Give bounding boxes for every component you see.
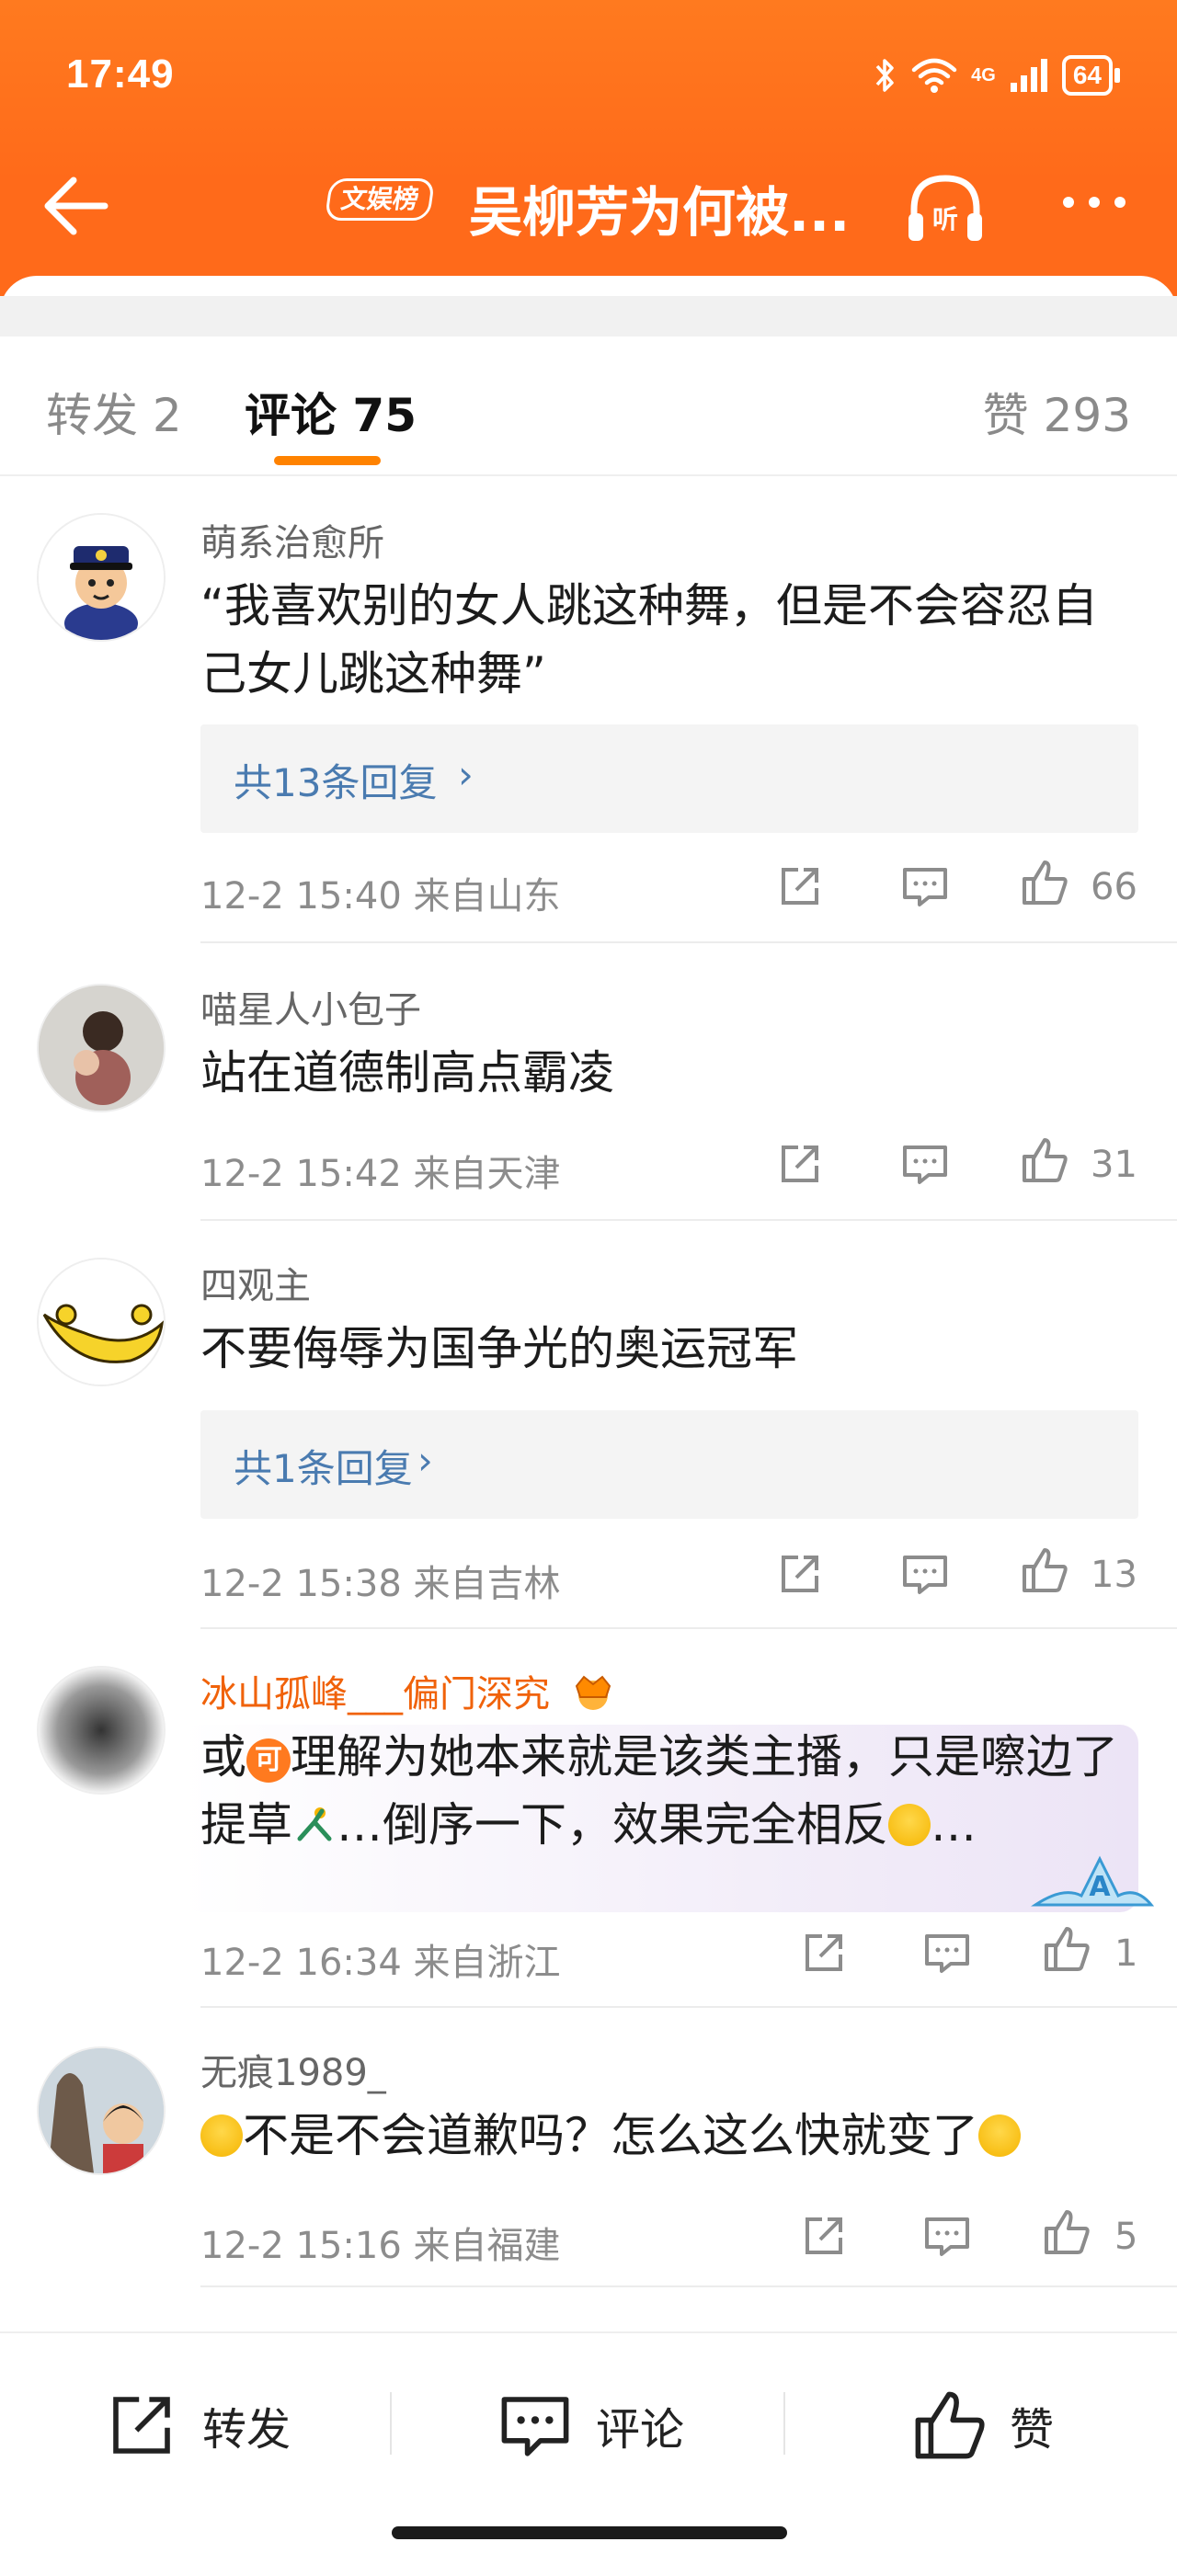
comment-item: 萌系治愈所 “我喜欢别的女人跳这种舞，但是不会容忍自己女儿跳这种舞” 共13条回… <box>0 476 1177 945</box>
avatar[interactable] <box>37 984 166 1112</box>
comment-text: 不要侮辱为国争光的奥运冠军 <box>200 1322 798 1375</box>
comment-meta: 12-2 15:40 来自山东 <box>200 875 561 918</box>
avatar[interactable] <box>37 1258 166 1386</box>
share-icon <box>113 2397 170 2454</box>
avatar[interactable] <box>37 513 166 642</box>
wifi-icon <box>911 58 957 93</box>
svg-text:A: A <box>1089 1871 1111 1903</box>
reply-count: 共13条回复 <box>234 760 438 805</box>
tab-likes[interactable]: 赞 293 <box>983 379 1131 445</box>
comment-icon[interactable] <box>920 2208 975 2263</box>
share-icon[interactable] <box>796 2208 851 2263</box>
comment-text: “我喜欢别的女人跳这种舞，但是不会容忍自己女儿跳这种舞” <box>200 579 1098 701</box>
comment-meta: 12-2 15:16 来自福建 <box>200 2225 561 2267</box>
comment-username[interactable]: 无痕1989_ <box>200 2043 386 2096</box>
like-count: 5 <box>1114 2216 1138 2258</box>
comment-username[interactable]: 萌系治愈所 <box>200 513 384 566</box>
sheet-strip <box>0 296 1177 336</box>
like-label: 赞 <box>1010 2404 1055 2456</box>
home-indicator[interactable] <box>392 2526 787 2539</box>
battery-indicator: 64 <box>1061 55 1121 96</box>
comment-text: 站在道德制高点霸凌 <box>200 1046 614 1100</box>
like-icon[interactable] <box>1017 855 1072 910</box>
reply-count: 共1条回复 <box>234 1446 413 1491</box>
listen-icon[interactable]: 听 <box>901 167 989 250</box>
status-bar: 17:49 4G 64 <box>0 0 1177 138</box>
bluetooth-icon <box>875 59 894 92</box>
bottom-action-bar: 转发 评论 赞 <box>0 2331 1177 2576</box>
separator <box>390 2392 392 2455</box>
tab-bar: 转发 2 评论 75 赞 293 <box>0 336 1177 476</box>
crown-icon <box>575 1675 611 1710</box>
status-icons: 4G 64 <box>874 55 1121 96</box>
avatar[interactable] <box>37 1666 166 1795</box>
comment-username[interactable]: 喵星人小包子 <box>200 980 421 1033</box>
reply-summary[interactable]: 共13条回复 › <box>200 724 1138 833</box>
nav-bar: 文娱榜 吴柳芳为何被... 听 <box>0 156 1177 248</box>
cartwheel-emoji-icon <box>297 1807 332 1841</box>
comment-button[interactable]: 评论 <box>497 2379 684 2471</box>
laugh-cry-emoji-icon <box>978 2114 1021 2157</box>
share-icon[interactable] <box>772 859 828 914</box>
svg-text:听: 听 <box>932 204 958 234</box>
like-button[interactable]: 赞 <box>910 2379 1054 2471</box>
like-icon[interactable] <box>1017 1543 1072 1598</box>
back-arrow-icon[interactable] <box>37 169 120 243</box>
comment-icon[interactable] <box>897 859 953 914</box>
comment-icon <box>501 2397 569 2456</box>
share-icon[interactable] <box>772 1136 828 1191</box>
laugh-cry-emoji-icon <box>200 2114 243 2157</box>
comment-meta: 12-2 16:34 来自浙江 <box>200 1942 561 1984</box>
comment-icon[interactable] <box>897 1136 953 1191</box>
reply-summary[interactable]: 共1条回复 › <box>200 1410 1138 1519</box>
comment-label: 评论 <box>596 2404 685 2456</box>
divider <box>200 941 1177 943</box>
like-count: 1 <box>1114 1932 1138 1975</box>
separator <box>783 2392 785 2455</box>
tab-repost[interactable]: 转发 2 <box>46 379 182 445</box>
comment-meta: 12-2 15:38 来自吉林 <box>200 1563 561 1605</box>
share-icon[interactable] <box>772 1546 828 1601</box>
tab-active-indicator <box>274 456 381 465</box>
like-icon[interactable] <box>1017 1133 1072 1188</box>
network-label: 4G <box>971 64 996 85</box>
status-time: 17:49 <box>66 51 175 97</box>
comment-item: 无痕1989_ 不是不会道歉吗？怎么这么快就变了 12-2 15:16 来自福建… <box>0 2008 1177 2287</box>
comment-meta: 12-2 15:42 来自天津 <box>200 1153 561 1195</box>
divider <box>200 2285 1177 2287</box>
comment-username[interactable]: 冰山孤峰___偏门深究 <box>200 1664 617 1717</box>
like-icon[interactable] <box>1039 2205 1094 2260</box>
repost-label: 转发 <box>202 2404 291 2456</box>
signal-icon <box>1010 59 1047 92</box>
laugh-cry-emoji-icon <box>888 1804 931 1846</box>
comment-item: 冰山孤峰___偏门深究 或可理解为她本来就是该类主播，只是嚓边了提草 …倒序一下… <box>0 1629 1177 2008</box>
like-icon <box>915 2391 985 2459</box>
like-icon[interactable] <box>1039 1921 1094 1977</box>
chevron-right-icon: › <box>458 752 474 797</box>
page-title: 吴柳芳为何被... <box>469 181 851 244</box>
comment-item: 四观主 不要侮辱为国争光的奥运冠军 共1条回复 › 12-2 15:38 来自吉… <box>0 1221 1177 1629</box>
like-count: 13 <box>1091 1554 1137 1596</box>
repost-button[interactable]: 转发 <box>103 2379 291 2471</box>
ice-badge-icon: A <box>1031 1855 1155 1907</box>
ke-badge-icon: 可 <box>246 1738 291 1783</box>
more-icon[interactable] <box>1057 184 1131 221</box>
comment-icon[interactable] <box>920 1925 975 1980</box>
chevron-right-icon: › <box>417 1438 433 1483</box>
topic-tag[interactable]: 文娱榜 <box>324 178 436 221</box>
like-count: 66 <box>1091 866 1137 908</box>
comment-icon[interactable] <box>897 1546 953 1601</box>
comment-username[interactable]: 四观主 <box>200 1256 311 1309</box>
avatar[interactable] <box>37 2046 166 2175</box>
like-count: 31 <box>1091 1144 1137 1186</box>
share-icon[interactable] <box>796 1925 851 1980</box>
comment-text: 不是不会道歉吗？怎么这么快就变了 <box>200 2102 1120 2170</box>
comment-item: 喵星人小包子 站在道德制高点霸凌 12-2 15:42 来自天津 31 <box>0 945 1177 1221</box>
comment-text: 或可理解为她本来就是该类主播，只是嚓边了提草 …倒序一下，效果完全相反… <box>200 1730 1118 1852</box>
